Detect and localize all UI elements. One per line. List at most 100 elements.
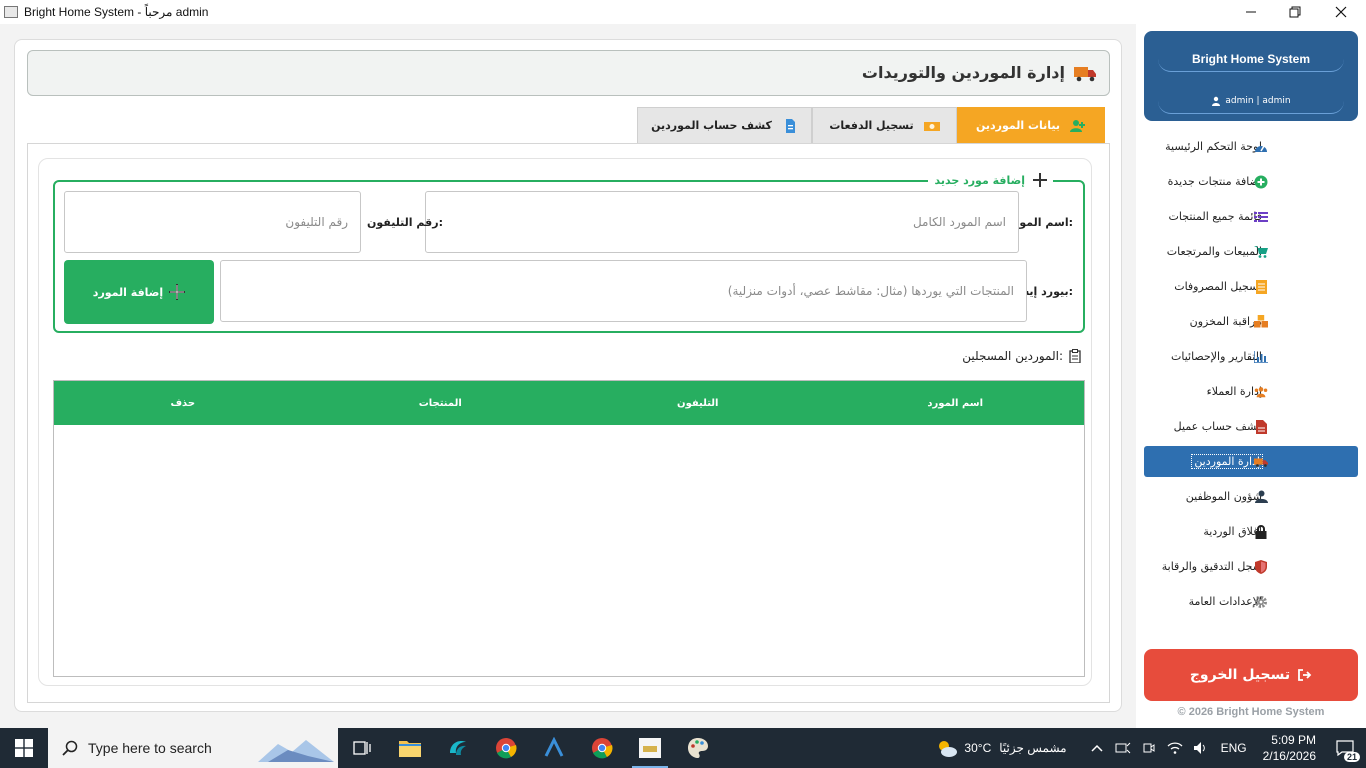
- sidebar-item-suppliers[interactable]: إدارة الموردين: [1144, 446, 1358, 477]
- add-supplier-group: إضافة مورد جديد اسم المورد: اسم المورد ا…: [53, 173, 1085, 333]
- wave-app-icon: [450, 741, 466, 755]
- phone-label: رقم التليفون:: [367, 216, 443, 229]
- tab-payments[interactable]: تسجيل الدفعات: [812, 107, 957, 143]
- cart-icon: [1254, 245, 1268, 259]
- gear-icon: [1254, 595, 1268, 609]
- tab-content: إضافة مورد جديد اسم المورد: اسم المورد ا…: [27, 143, 1110, 703]
- supplier-panel: إضافة مورد جديد اسم المورد: اسم المورد ا…: [38, 158, 1092, 686]
- sidebar: Bright Home System admin | admin لوحة ال…: [1136, 24, 1366, 728]
- column-header-products[interactable]: المنتجات: [312, 398, 570, 409]
- sidebar-item-dashboard[interactable]: لوحة التحكم الرئيسية: [1144, 129, 1358, 164]
- clock-time: 5:09 PM: [1271, 733, 1316, 747]
- weather-temp: 30°C: [964, 741, 992, 755]
- tab-label: كشف حساب الموردين: [651, 119, 772, 132]
- legend-text: إضافة مورد جديد: [934, 173, 1025, 187]
- logout-label: تسجيل الخروج: [1189, 667, 1291, 683]
- chrome-button[interactable]: [482, 728, 530, 768]
- app-button-arc[interactable]: [530, 728, 578, 768]
- palette-icon: [688, 738, 708, 758]
- sidebar-item-audit[interactable]: سجل التدقيق والرقابة: [1144, 549, 1358, 584]
- tab-supplier-data[interactable]: بيانات الموردين: [957, 107, 1105, 143]
- add-supplier-button[interactable]: إضافة المورد: [64, 260, 214, 324]
- chart-icon: [1254, 350, 1268, 364]
- maximize-button[interactable]: [1272, 0, 1318, 24]
- column-header-name[interactable]: اسم المورد: [827, 398, 1085, 409]
- sidebar-item-expenses[interactable]: تسجيل المصروفات: [1144, 269, 1358, 304]
- minimize-button[interactable]: [1228, 0, 1274, 24]
- tab-label: تسجيل الدفعات: [829, 119, 914, 132]
- file-invoice-icon: [1254, 419, 1268, 434]
- tab-label: بيانات الموردين: [975, 119, 1061, 132]
- app-icon: [4, 6, 18, 18]
- window-title: Bright Home System - مرحباً admin: [24, 5, 209, 19]
- brand-card: Bright Home System admin | admin: [1144, 31, 1358, 121]
- weather-text: مشمس جزئيًا: [999, 741, 1067, 755]
- start-button[interactable]: [0, 728, 48, 768]
- phone-input[interactable]: رقم التليفون: [64, 191, 361, 253]
- system-tray: 30°C مشمس جزئيًا ENG 5:09 PM 2/16/2026 2…: [936, 728, 1366, 768]
- supplier-name-input[interactable]: اسم المورد الكامل: [425, 191, 1019, 253]
- taskbar-search[interactable]: Type here to search: [48, 728, 338, 768]
- sidebar-item-label: قائمة جميع المنتجات: [1168, 210, 1262, 223]
- sidebar-item-settings[interactable]: الإعدادات العامة: [1144, 584, 1358, 619]
- tab-supplier-statement[interactable]: كشف حساب الموردين: [637, 107, 812, 143]
- close-button[interactable]: [1318, 0, 1364, 24]
- weather-icon: [939, 741, 958, 757]
- brand-name: Bright Home System: [1158, 46, 1344, 72]
- chevron-up-icon[interactable]: [1091, 744, 1103, 752]
- plus-icon: [169, 284, 186, 300]
- task-view-icon: [353, 741, 371, 755]
- sidebar-item-label: الإعدادات العامة: [1188, 595, 1262, 608]
- sidebar-item-customer-statement[interactable]: كشف حساب عميل: [1144, 409, 1358, 444]
- window-titlebar: Bright Home System - مرحباً admin: [0, 0, 1366, 24]
- sidebar-item-sales[interactable]: المبيعات والمرتجعات: [1144, 234, 1358, 269]
- meet-icon[interactable]: [1143, 741, 1155, 755]
- windows-icon: [15, 739, 33, 757]
- tab-bar: كشف حساب الموردين تسجيل الدفعات بيانات ا…: [637, 107, 1105, 143]
- search-placeholder: Type here to search: [88, 740, 212, 756]
- task-view-button[interactable]: [338, 728, 386, 768]
- language-indicator[interactable]: ENG: [1221, 741, 1247, 755]
- logout-button[interactable]: تسجيل الخروج: [1144, 649, 1358, 701]
- column-header-phone[interactable]: التليفون: [569, 398, 827, 409]
- dashboard-icon: [1254, 140, 1268, 154]
- paint-button[interactable]: [674, 728, 722, 768]
- user-plus-icon: [1070, 119, 1086, 132]
- sidebar-item-label: المبيعات والمرتجعات: [1166, 245, 1262, 258]
- wifi-icon[interactable]: [1167, 741, 1183, 755]
- sidebar-item-inventory[interactable]: مراقبة المخزون: [1144, 304, 1358, 339]
- truck-icon: [1254, 455, 1268, 469]
- suppliers-table: حذف المنتجات التليفون اسم المورد: [53, 380, 1085, 677]
- clock[interactable]: 5:09 PM 2/16/2026: [1263, 732, 1316, 764]
- copyright-text: © 2026 Bright Home System: [1177, 706, 1325, 718]
- user-text: admin | admin: [1225, 95, 1291, 106]
- truck-icon: [1074, 67, 1096, 82]
- app-button-wave[interactable]: [434, 728, 482, 768]
- sidebar-item-customers[interactable]: إدارة العملاء: [1144, 374, 1358, 409]
- sidebar-item-employees[interactable]: شؤون الموظفين: [1144, 479, 1358, 514]
- column-header-delete[interactable]: حذف: [54, 398, 312, 409]
- users-icon: [1254, 385, 1268, 399]
- bright-home-app-button[interactable]: [626, 728, 674, 768]
- sidebar-item-products-list[interactable]: قائمة جميع المنتجات: [1144, 199, 1358, 234]
- sidebar-item-add-products[interactable]: إضافة منتجات جديدة: [1144, 164, 1358, 199]
- search-highlight-icon: [258, 740, 334, 762]
- sidebar-item-label: إدارة الموردين: [1191, 454, 1263, 469]
- taskbar: Type here to search 30°C مشمس جزئيًا ENG…: [0, 728, 1366, 768]
- supplies-input[interactable]: المنتجات التي يوردها (مثال: مقاشط عصي، أ…: [220, 260, 1027, 322]
- user-icon: [1212, 96, 1221, 106]
- add-button-label: إضافة المورد: [92, 285, 164, 299]
- speaker-icon[interactable]: [1193, 741, 1209, 755]
- notification-button[interactable]: 21: [1330, 728, 1360, 768]
- sidebar-item-close-shift[interactable]: إغلاق الوردية: [1144, 514, 1358, 549]
- file-icon: [785, 118, 795, 133]
- file-explorer-button[interactable]: [386, 728, 434, 768]
- sidebar-item-reports[interactable]: التقارير والإحصائيات: [1144, 339, 1358, 374]
- network-icon[interactable]: [1115, 741, 1131, 755]
- chrome-profile-button[interactable]: [578, 728, 626, 768]
- user-info: admin | admin: [1158, 88, 1344, 114]
- page-title: إدارة الموردين والتوريدات: [861, 63, 1065, 82]
- sidebar-item-label: تسجيل المصروفات: [1174, 280, 1262, 293]
- app-area: إدارة الموردين والتوريدات كشف حساب المور…: [0, 24, 1366, 728]
- supplies-label: بيورد إيه:: [1022, 285, 1073, 298]
